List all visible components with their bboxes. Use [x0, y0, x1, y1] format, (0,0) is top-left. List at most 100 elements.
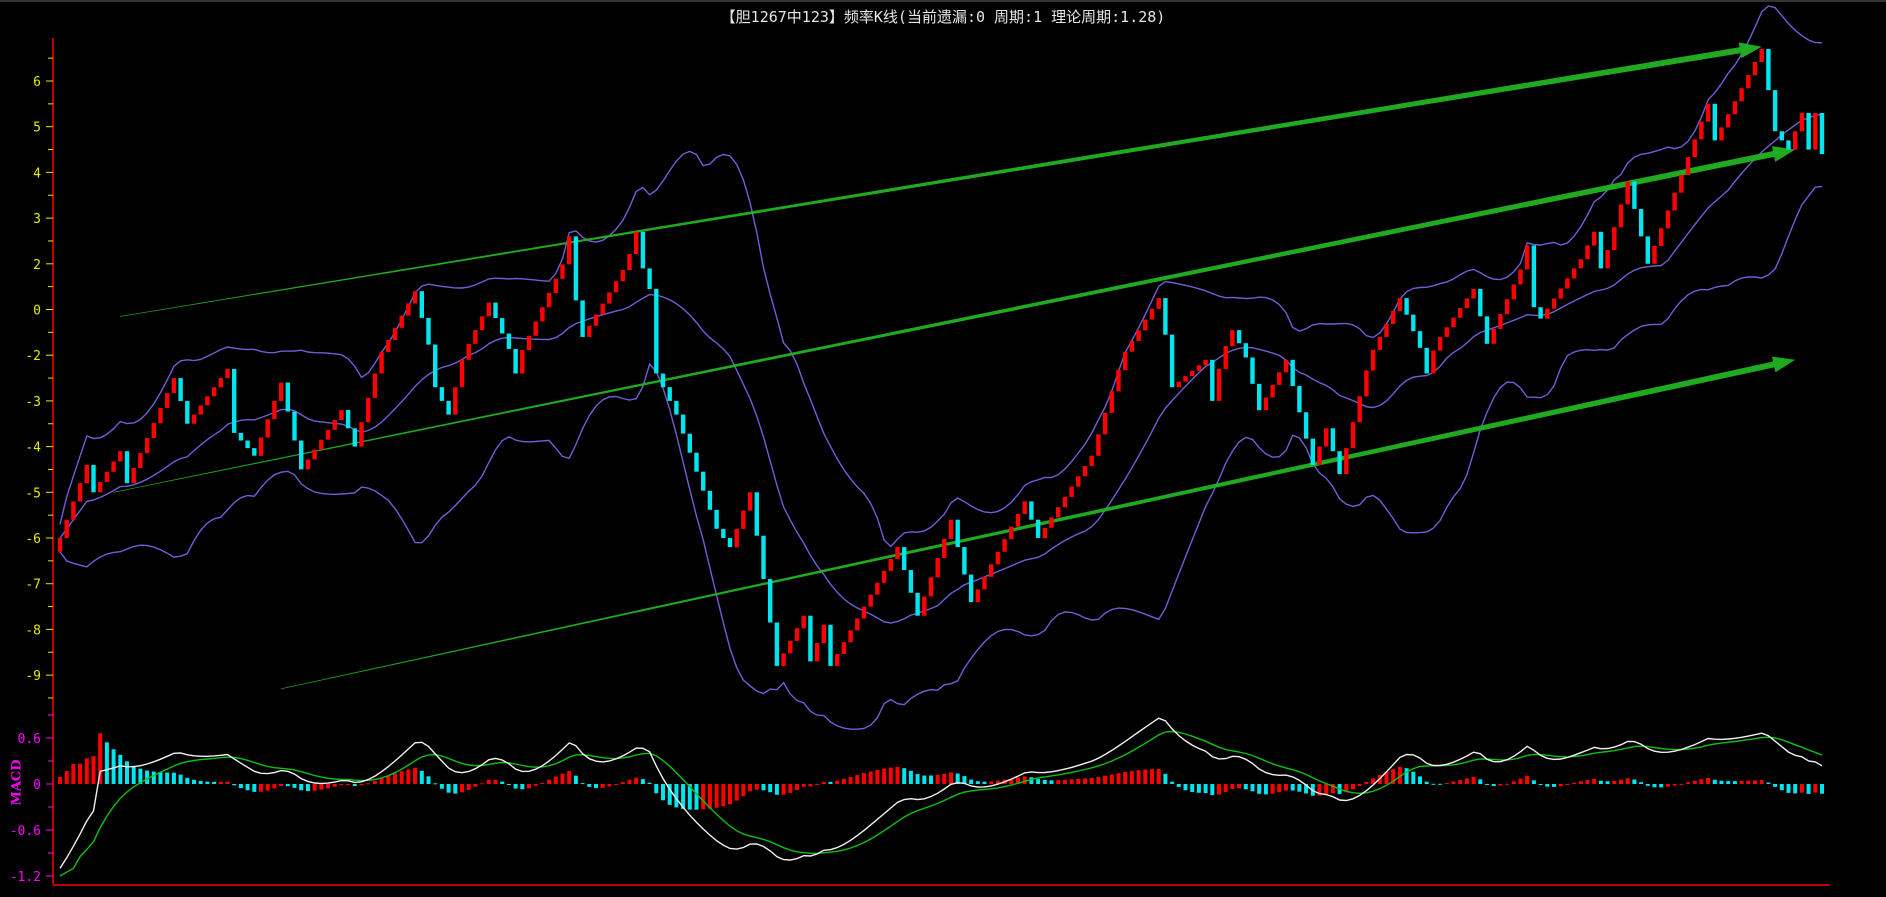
macd-hist-bar: [326, 784, 330, 789]
macd-hist-bar: [1766, 782, 1771, 784]
up-bar: [1277, 372, 1282, 385]
up-bar: [1799, 113, 1805, 132]
y-tick-label: -9: [25, 669, 41, 684]
up-bar: [540, 307, 545, 322]
macd-hist-bar: [908, 770, 913, 784]
macd-hist-bar: [1324, 784, 1329, 794]
up-bar: [995, 551, 1001, 565]
up-bar: [848, 630, 853, 643]
macd-hist-bar: [1109, 774, 1114, 784]
down-bar: [1712, 103, 1717, 141]
macd-hist-bar: [178, 774, 183, 784]
macd-hist-bar: [1773, 784, 1778, 787]
macd-panel-label: MACD: [9, 759, 25, 806]
macd-hist-bar: [1759, 780, 1764, 784]
up-bar: [533, 321, 538, 336]
up-bar: [406, 303, 411, 316]
down-bar: [721, 528, 726, 538]
macd-hist-bar: [1049, 780, 1054, 784]
down-bar: [1310, 438, 1315, 465]
macd-hist-bar: [1505, 783, 1510, 785]
up-bar: [922, 596, 927, 616]
macd-hist-bar: [218, 781, 223, 784]
up-bar: [211, 387, 217, 397]
macd-hist-bar: [1719, 780, 1724, 784]
macd-hist-bar: [1478, 779, 1483, 784]
up-bar: [835, 654, 840, 666]
macd-hist-bar: [969, 779, 974, 784]
macd-hist-bar: [1364, 782, 1369, 784]
up-bar: [553, 278, 558, 293]
up-bar: [1551, 298, 1557, 309]
macd-hist-bar: [158, 772, 163, 784]
up-bar: [1263, 397, 1269, 411]
macd-hist-bar: [1176, 784, 1181, 787]
up-bar: [158, 408, 163, 424]
up-bar: [1149, 308, 1155, 320]
up-bar: [1511, 284, 1516, 300]
down-bar: [654, 288, 659, 374]
down-bar: [640, 231, 646, 269]
macd-hist-bar: [339, 784, 344, 786]
up-bar: [526, 335, 532, 351]
down-bar: [808, 615, 813, 662]
macd-hist-bar: [1083, 778, 1087, 784]
macd-hist-bar: [198, 781, 203, 784]
up-bar: [1679, 174, 1684, 193]
up-bar: [1491, 328, 1496, 344]
macd-hist-bar: [299, 784, 304, 791]
down-bar: [1538, 307, 1543, 319]
macd-hist-bar: [232, 784, 237, 786]
up-bar: [788, 640, 793, 654]
macd-hist-bar: [741, 784, 746, 797]
macd-hist-bar: [1143, 769, 1148, 784]
macd-hist-bar: [1712, 779, 1717, 784]
macd-hist-bar: [1076, 778, 1081, 784]
macd-hist-bar: [285, 784, 290, 787]
macd-hist-bar: [1779, 784, 1784, 791]
up-bar: [1672, 192, 1677, 211]
up-bar: [1364, 370, 1369, 397]
macd-hist-bar: [902, 768, 907, 784]
up-bar: [1571, 268, 1577, 279]
macd-hist-bar: [305, 784, 310, 791]
up-bar: [104, 471, 110, 482]
macd-hist-bar: [781, 784, 786, 795]
up-bar: [392, 327, 398, 340]
up-bar: [1732, 101, 1738, 115]
macd-hist-bar: [1665, 784, 1670, 787]
up-bar: [801, 615, 806, 629]
macd-hist-bar: [1813, 784, 1818, 793]
down-bar: [232, 368, 237, 433]
up-bar: [366, 397, 371, 423]
macd-hist-bar: [1069, 779, 1074, 784]
macd-hist-bar: [1243, 784, 1248, 790]
macd-hist-bar: [1357, 784, 1362, 786]
down-bar: [1478, 288, 1483, 317]
macd-hist-bar: [480, 783, 485, 785]
down-bar: [1411, 314, 1416, 332]
up-bar: [1002, 539, 1007, 552]
up-bar: [77, 483, 83, 502]
macd-hist-bar: [265, 784, 270, 791]
up-bar: [593, 314, 599, 326]
macd-hist-bar: [1136, 770, 1141, 784]
down-bar: [178, 378, 183, 401]
up-bar: [814, 643, 820, 662]
macd-hist-bar: [567, 771, 572, 784]
up-bar: [1176, 381, 1181, 388]
up-bar: [218, 378, 223, 388]
up-bar: [1203, 359, 1208, 366]
up-bar: [1705, 103, 1711, 122]
up-bar: [118, 451, 123, 462]
trend-arrow: [120, 42, 1762, 317]
macd-hist-bar: [1062, 779, 1067, 784]
macd-hist-bar: [346, 784, 351, 786]
down-bar: [513, 348, 518, 374]
macd-hist-bar: [989, 781, 994, 784]
up-bar: [741, 510, 746, 529]
macd-hist-bar: [922, 775, 927, 784]
up-bar: [734, 528, 739, 548]
macd-hist-bar: [607, 784, 612, 787]
down-bar: [1531, 245, 1537, 308]
